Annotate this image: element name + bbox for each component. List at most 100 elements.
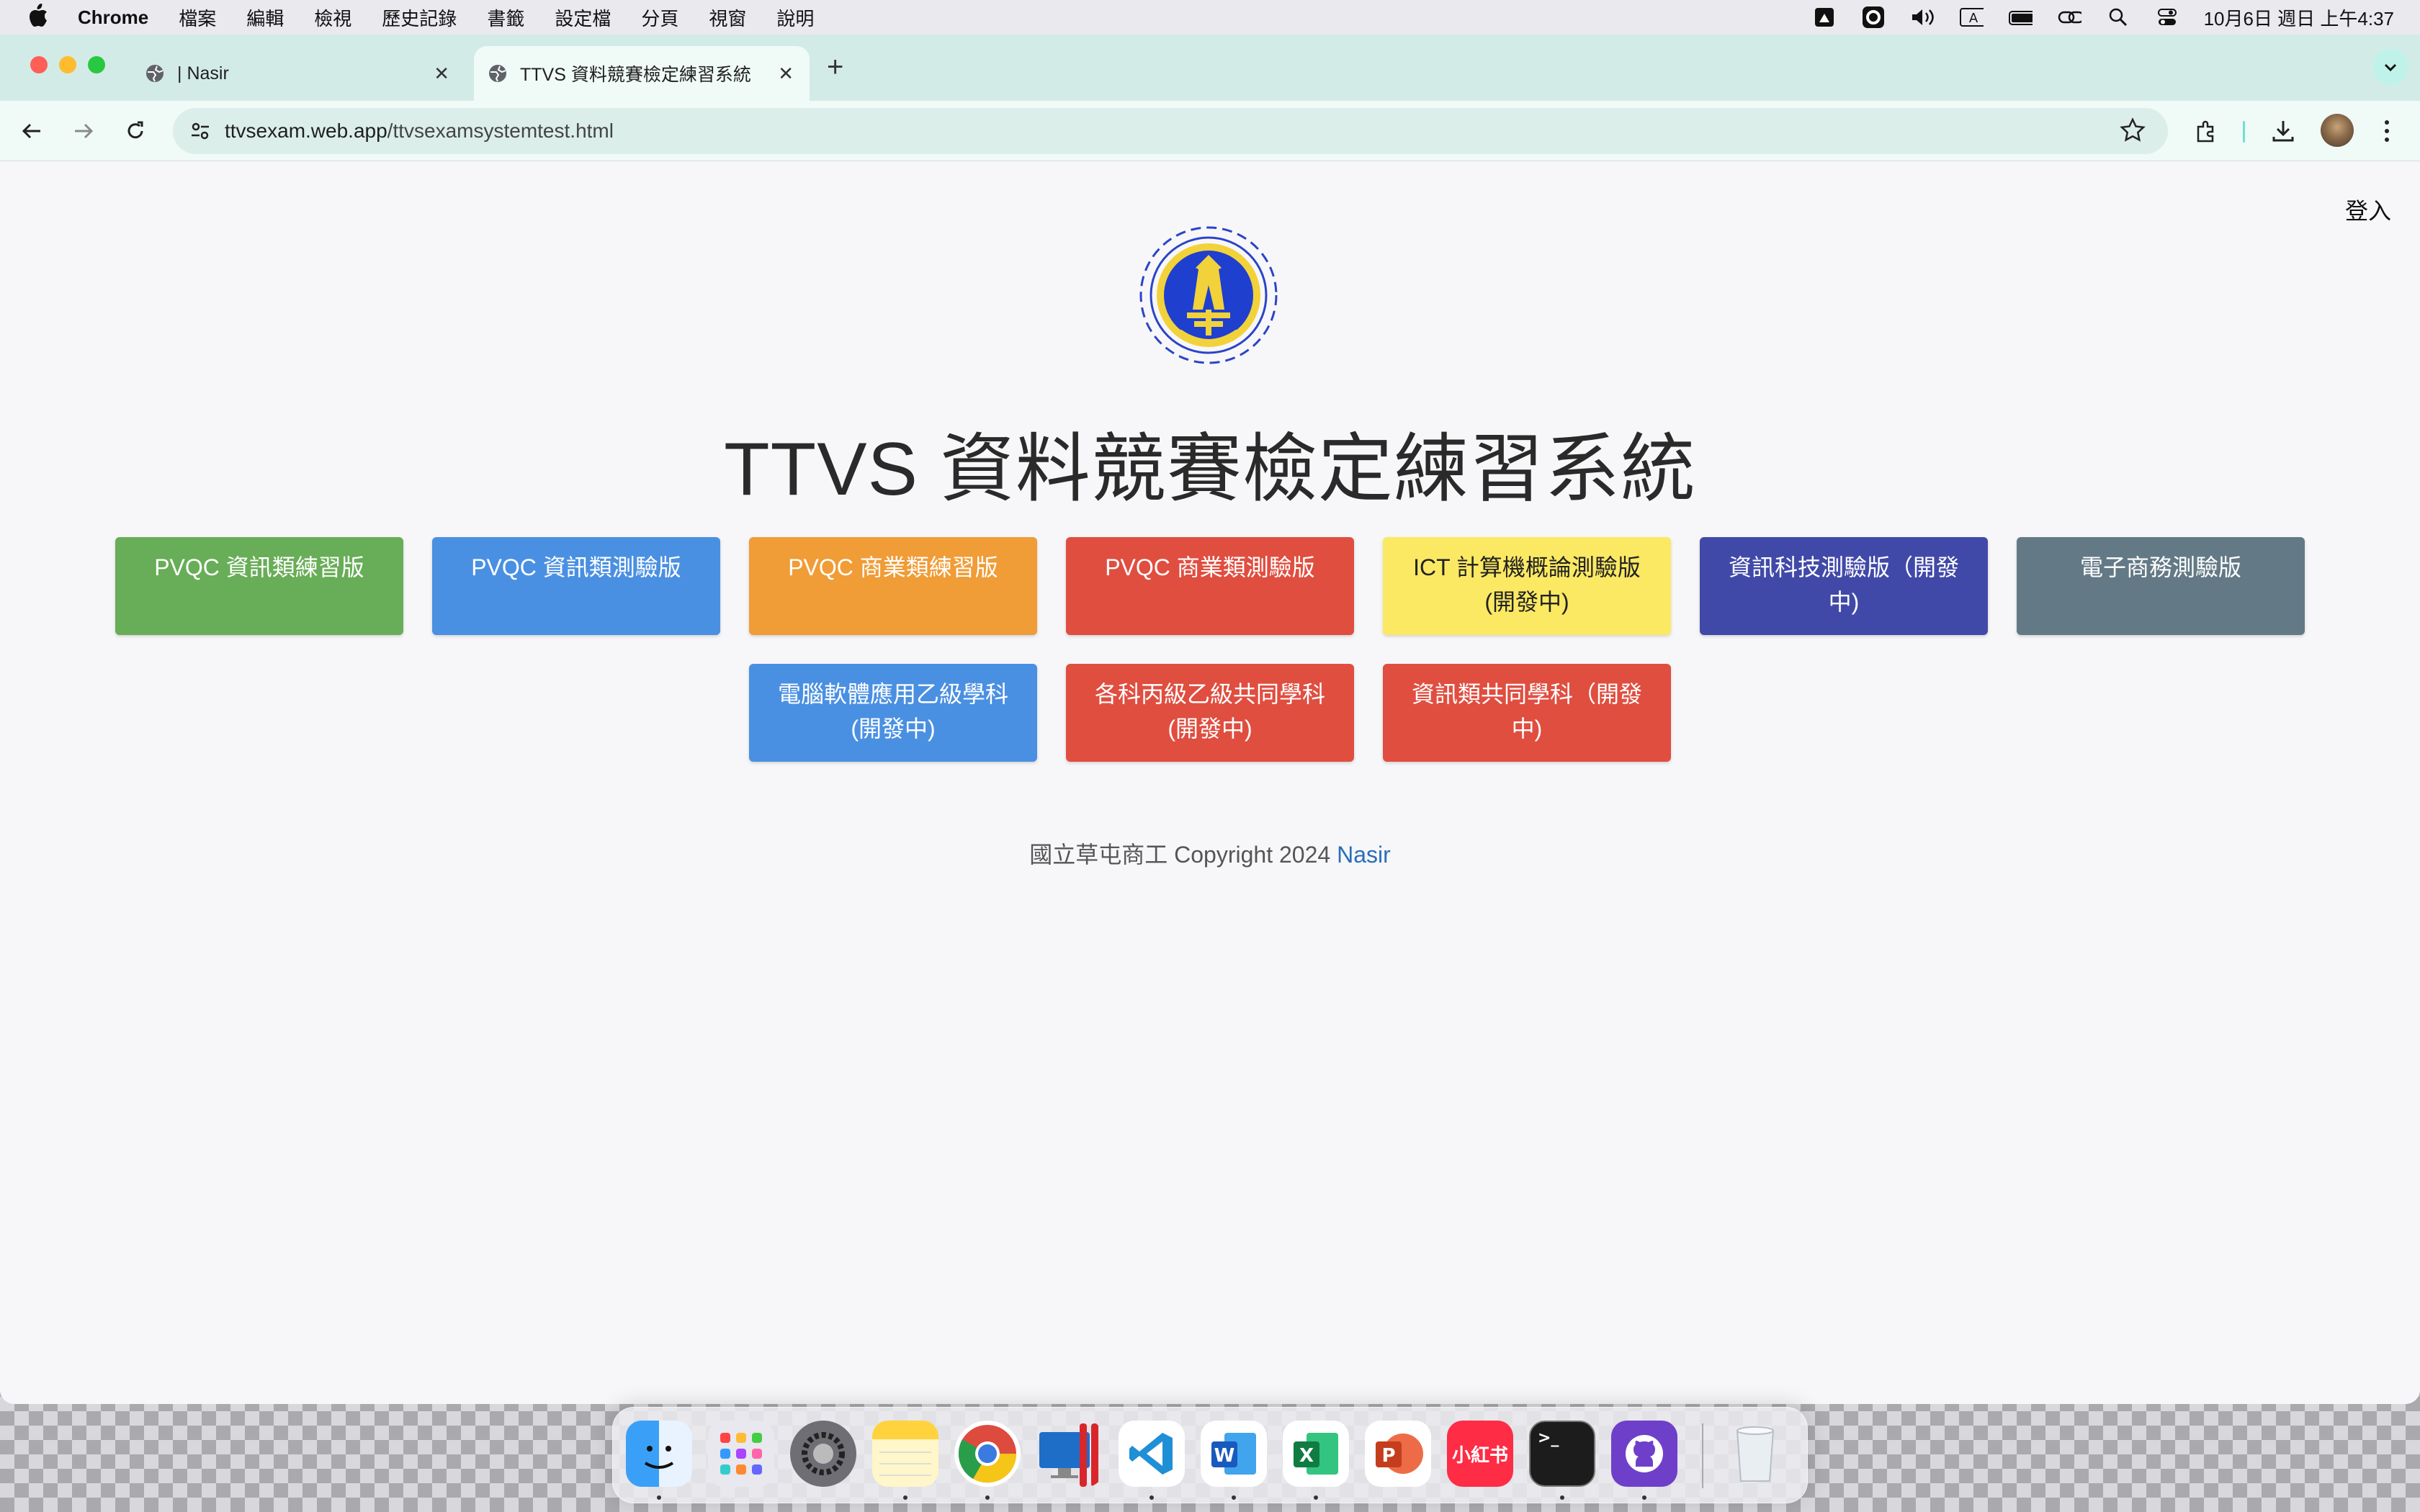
url-text: ttvsexam.web.app/ttvsexamsystemtest.html [225,120,614,143]
common-subjects-button[interactable]: 各科丙級乙級共同學科(開發中) [1066,664,1354,762]
svg-text:P: P [1381,1445,1395,1467]
it-common-subjects-button[interactable]: 資訊類共同學科（開發中) [1383,664,1671,762]
close-tab-icon[interactable]: ✕ [778,63,794,85]
download-icon [2272,121,2294,142]
apple-icon[interactable] [27,3,53,32]
software-app-level-b-button[interactable]: 電腦軟體應用乙級學科(開發中) [749,664,1037,762]
globe-icon [146,65,163,82]
system-settings-icon[interactable] [790,1421,856,1487]
launchpad-icon[interactable] [708,1421,774,1487]
drive-icon[interactable] [1812,6,1837,28]
footer: 國立草屯商工 Copyright 2024 Nasir [0,837,2420,870]
reload-icon [127,121,143,139]
powerpoint-icon[interactable]: P [1365,1421,1431,1487]
address-bar[interactable]: ttvsexam.web.app/ttvsexamsystemtest.html [173,108,2168,154]
new-tab-button[interactable]: + [827,53,843,81]
vscode-icon[interactable] [1119,1421,1185,1487]
xiaohongshu-icon[interactable]: 小紅书 [1447,1421,1513,1487]
dock-separator [1702,1423,1703,1488]
volume-icon[interactable] [1910,6,1935,28]
site-info-icon[interactable] [186,117,215,145]
toolbar-divider [2243,121,2245,143]
forward-button[interactable] [66,114,101,148]
chrome-icon[interactable] [954,1421,1021,1487]
svg-text:X: X [1299,1445,1314,1467]
puzzle-icon [2197,120,2214,143]
menu-view[interactable]: 檢視 [314,4,351,31]
footer-copyright: 國立草屯商工 Copyright 2024 [1029,842,1331,868]
close-window-button[interactable] [30,56,48,73]
downloads-button[interactable] [2266,114,2300,148]
arrow-left-icon [22,123,40,139]
globe-icon [489,65,506,82]
tab-ttvs[interactable]: TTVS 資料競賽檢定練習系統 ✕ [474,46,810,101]
back-button[interactable] [14,114,49,148]
running-indicator [1232,1495,1236,1500]
clock[interactable]: 10月6日 週日 上午4:37 [2204,4,2394,31]
menu-history[interactable]: 歷史記錄 [382,4,457,31]
trash-icon[interactable] [1722,1421,1788,1487]
input-method-icon[interactable]: A [1959,6,1984,28]
running-indicator [657,1495,661,1500]
menu-profiles[interactable]: 設定檔 [555,4,611,31]
battery-icon[interactable] [2008,6,2033,28]
browser-window: | Nasir ✕ TTVS 資料競賽檢定練習系統 ✕ + ttvsexam.w… [0,35,2420,1404]
close-tab-icon[interactable]: ✕ [434,63,449,85]
chrome-menu-button[interactable] [2370,114,2404,148]
running-indicator [1314,1495,1318,1500]
notes-icon[interactable] [872,1421,938,1487]
web-page: 登入 TTVS 資料競賽檢定練習系統 PVQC 資訊類練習版 PVQC 資訊類測… [0,161,2420,1404]
word-icon[interactable]: W [1201,1421,1267,1487]
login-link[interactable]: 登入 [2345,193,2391,226]
browser-toolbar: ttvsexam.web.app/ttvsexamsystemtest.html [0,101,2420,161]
app-c-icon[interactable] [1861,6,1886,28]
running-indicator [1642,1495,1646,1500]
menu-bookmarks[interactable]: 書籤 [487,4,524,31]
running-indicator [985,1495,990,1500]
tab-title: TTVS 資料競賽檢定練習系統 [520,65,751,85]
tab-title: | Nasir [177,63,229,84]
url-path: /ttvsexamsystemtest.html [387,120,614,142]
school-logo [1139,226,1278,364]
bookmark-star-icon[interactable] [2119,117,2146,148]
zoom-window-button[interactable] [88,56,105,73]
extensions-button[interactable] [2190,114,2224,148]
profile-avatar[interactable] [2321,114,2354,147]
menu-edit[interactable]: 編輯 [246,4,284,31]
finder-icon[interactable] [626,1421,692,1487]
link-icon[interactable] [2057,6,2081,28]
github-desktop-icon[interactable] [1611,1421,1677,1487]
spotlight-search-icon[interactable] [2106,6,2130,28]
footer-author-link[interactable]: Nasir [1337,842,1391,868]
running-indicator [1560,1495,1564,1500]
tab-search-button[interactable] [2372,49,2408,85]
minimize-window-button[interactable] [59,56,76,73]
chevron-down-icon [2384,63,2397,72]
ict-intro-test-button[interactable]: ICT 計算機概論測驗版(開發中) [1383,537,1671,635]
arrow-right-icon [75,123,94,139]
menu-window[interactable]: 視窗 [709,4,746,31]
parallels-icon[interactable] [1036,1421,1103,1487]
more-vertical-icon [2385,120,2389,142]
pvqc-it-test-button[interactable]: PVQC 資訊類測驗版 [432,537,720,635]
ecommerce-test-button[interactable]: 電子商務測驗版 [2017,537,2305,635]
terminal-icon[interactable]: >_ [1529,1421,1595,1487]
menu-tab[interactable]: 分頁 [641,4,678,31]
pvqc-business-test-button[interactable]: PVQC 商業類測驗版 [1066,537,1354,635]
pvqc-it-practice-button[interactable]: PVQC 資訊類練習版 [115,537,403,635]
menu-app-name[interactable]: Chrome [78,6,148,29]
dock: W X P 小紅书 >_ [612,1407,1808,1503]
pvqc-business-practice-button[interactable]: PVQC 商業類練習版 [749,537,1037,635]
reload-button[interactable] [118,114,153,148]
svg-text:W: W [1214,1445,1235,1467]
page-title: TTVS 資料競賽檢定練習系統 [724,428,1696,511]
tab-strip: | Nasir ✕ TTVS 資料競賽檢定練習系統 ✕ + [0,35,2420,101]
svg-text:A: A [1968,11,1978,26]
excel-icon[interactable]: X [1283,1421,1349,1487]
tab-nasir[interactable]: | Nasir ✕ [134,46,465,101]
menu-help[interactable]: 說明 [776,4,814,31]
menu-file[interactable]: 檔案 [179,4,216,31]
control-center-icon[interactable] [2155,6,2179,28]
info-tech-test-button[interactable]: 資訊科技測驗版（開發中) [1700,537,1988,635]
url-domain: ttvsexam.web.app [225,120,387,142]
